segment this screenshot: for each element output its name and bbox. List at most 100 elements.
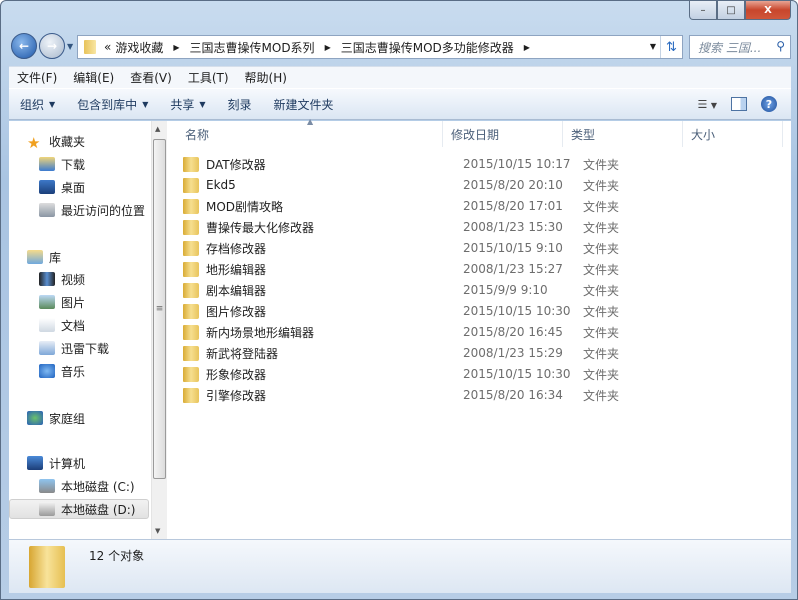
folder-icon — [183, 219, 199, 235]
refresh-icon: ⇅ — [666, 39, 677, 55]
command-button[interactable]: 共享 ▼ — [159, 96, 216, 113]
file-row[interactable]: 引擎修改器 2015/8/20 16:34 文件夹 — [183, 385, 783, 405]
nav-item[interactable]: 文档 — [39, 315, 85, 335]
nav-item[interactable]: 下载 — [39, 154, 85, 174]
file-date: 2015/8/20 16:45 — [463, 325, 563, 339]
search-input[interactable]: 搜索 三国... ⚲ — [689, 35, 791, 59]
command-button[interactable]: 新建文件夹 — [263, 96, 345, 113]
breadcrumb-overflow[interactable]: « — [104, 40, 111, 54]
breadcrumb-item[interactable]: 游戏收藏 — [115, 39, 163, 56]
file-row[interactable]: MOD剧情攻略 2015/8/20 17:01 文件夹 — [183, 196, 783, 216]
file-row[interactable]: DAT修改器 2015/10/15 10:17 文件夹 — [183, 154, 783, 174]
file-name: 引擎修改器 — [206, 388, 267, 403]
column-label: 大小 — [691, 127, 716, 142]
menu-bar: 文件(F) 编辑(E) 查看(V) 工具(T) 帮助(H) — [9, 66, 791, 88]
menu-item[interactable]: 工具(T) — [180, 69, 237, 86]
file-date: 2015/10/15 10:30 — [463, 304, 571, 318]
file-type: 文件夹 — [583, 388, 620, 403]
file-date: 2015/9/9 9:10 — [463, 283, 548, 297]
column-header-type[interactable]: 类型 — [563, 121, 683, 147]
close-button[interactable]: X — [745, 1, 791, 20]
nav-item[interactable]: 库 — [27, 247, 61, 267]
breadcrumb-item[interactable]: 三国志曹操传MOD多功能修改器 — [341, 39, 514, 56]
file-row[interactable]: Ekd5 2015/8/20 20:10 文件夹 — [183, 175, 783, 195]
folder-icon — [183, 282, 199, 298]
nav-item[interactable]: 迅雷下载 — [39, 338, 109, 358]
nav-item-label: 音乐 — [61, 364, 86, 379]
help-icon[interactable]: ? — [761, 96, 777, 112]
nav-item-label: 库 — [49, 250, 62, 265]
command-button[interactable]: 组织 ▼ — [9, 96, 66, 113]
nav-item[interactable]: 视频 — [39, 269, 85, 289]
maximize-button[interactable]: □ — [717, 1, 745, 20]
library-icon — [27, 250, 43, 264]
nav-item[interactable]: 本地磁盘 (C:) — [39, 476, 135, 496]
scroll-up-icon[interactable]: ▲ — [155, 125, 160, 133]
nav-item[interactable]: 计算机 — [27, 453, 85, 473]
command-label: 新建文件夹 — [273, 97, 334, 112]
star-icon: ★ — [27, 134, 41, 152]
back-button[interactable]: ← — [11, 33, 37, 59]
command-label: 刻录 — [227, 97, 252, 112]
folder-icon — [183, 177, 199, 193]
breadcrumb-chevron-icon[interactable]: ▶ — [524, 43, 530, 52]
file-date: 2008/1/23 15:30 — [463, 220, 563, 234]
menu-item[interactable]: 编辑(E) — [65, 69, 122, 86]
file-row[interactable]: 新内场景地形编辑器 2015/8/20 16:45 文件夹 — [183, 322, 783, 342]
file-name: MOD剧情攻略 — [206, 199, 284, 214]
breadcrumb-chevron-icon[interactable]: ▶ — [173, 43, 179, 52]
nav-item[interactable]: 桌面 — [39, 177, 85, 197]
menu-item[interactable]: 查看(V) — [122, 69, 180, 86]
recent-pages-dropdown[interactable]: ▼ — [67, 42, 73, 51]
folder-icon — [183, 303, 199, 319]
command-button[interactable]: 刻录 — [217, 96, 263, 113]
downloads-icon — [39, 157, 55, 171]
minimize-button[interactable]: – — [689, 1, 717, 20]
scrollbar-thumb[interactable]: ≡ — [153, 139, 166, 479]
column-header-name[interactable]: 名称 ▲ — [177, 117, 443, 147]
file-type: 文件夹 — [583, 241, 620, 256]
menu-item[interactable]: 帮助(H) — [237, 69, 295, 86]
command-label: 组织 — [20, 97, 45, 112]
file-type: 文件夹 — [583, 304, 620, 319]
breadcrumb-chevron-icon[interactable]: ▶ — [325, 43, 331, 52]
file-row[interactable]: 剧本编辑器 2015/9/9 9:10 文件夹 — [183, 280, 783, 300]
file-row[interactable]: 图片修改器 2015/10/15 10:30 文件夹 — [183, 301, 783, 321]
nav-item[interactable]: 最近访问的位置 — [39, 200, 145, 220]
file-date: 2015/10/15 10:17 — [463, 157, 571, 171]
nav-item[interactable]: 家庭组 — [27, 408, 85, 428]
nav-item[interactable]: 图片 — [39, 292, 85, 312]
video-icon — [39, 272, 55, 286]
file-row[interactable]: 新武将登陆器 2008/1/23 15:29 文件夹 — [183, 343, 783, 363]
menu-item[interactable]: 文件(F) — [9, 69, 65, 86]
file-date: 2015/8/20 16:34 — [463, 388, 563, 402]
back-arrow-icon: ← — [18, 39, 30, 53]
nav-item[interactable]: 本地磁盘 (D:) — [9, 499, 149, 519]
command-button[interactable]: 包含到库中 ▼ — [66, 96, 159, 113]
file-row[interactable]: 曹操传最大化修改器 2008/1/23 15:30 文件夹 — [183, 217, 783, 237]
file-row[interactable]: 形象修改器 2015/10/15 10:30 文件夹 — [183, 364, 783, 384]
file-row[interactable]: 地形编辑器 2008/1/23 15:27 文件夹 — [183, 259, 783, 279]
scroll-down-icon[interactable]: ▼ — [155, 527, 160, 535]
forward-button[interactable]: → — [39, 33, 65, 59]
nav-item[interactable]: 音乐 — [39, 361, 85, 381]
address-dropdown-icon[interactable]: ▼ — [650, 42, 656, 51]
file-row[interactable]: 存档修改器 2015/10/15 9:10 文件夹 — [183, 238, 783, 258]
search-icon[interactable]: ⚲ — [776, 39, 785, 53]
column-header-size[interactable]: 大小 — [683, 121, 783, 147]
column-label: 修改日期 — [451, 127, 500, 142]
view-options-button[interactable]: ☰ ▼ — [697, 98, 717, 111]
preview-pane-icon[interactable] — [731, 97, 747, 111]
forward-arrow-icon: → — [46, 39, 58, 53]
refresh-button[interactable]: ⇅ — [660, 36, 682, 58]
explorer-window: – □ X ← → ▼ « 游戏收藏 ▶ 三国志曹操传MOD系列 ▶ 三国志曹操传M… — [0, 0, 798, 600]
folder-large-icon — [29, 546, 65, 588]
file-name: DAT修改器 — [206, 157, 266, 172]
music-icon — [39, 364, 55, 378]
navigation-scrollbar[interactable]: ▲ ≡ ▼ — [151, 121, 167, 539]
nav-item[interactable]: ★ 收藏夹 — [27, 131, 85, 152]
dropdown-arrow-icon: ▼ — [142, 99, 149, 109]
breadcrumb-item[interactable]: 三国志曹操传MOD系列 — [190, 39, 315, 56]
column-header-date[interactable]: 修改日期 — [443, 121, 563, 147]
address-bar[interactable]: « 游戏收藏 ▶ 三国志曹操传MOD系列 ▶ 三国志曹操传MOD多功能修改器 ▶ ▼ … — [77, 35, 683, 59]
